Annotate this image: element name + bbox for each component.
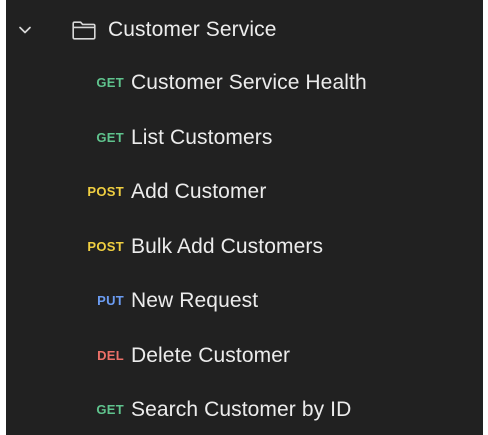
request-name: List Customers: [131, 125, 273, 149]
request-item[interactable]: DEL Delete Customer: [6, 331, 483, 386]
request-name: Search Customer by ID: [131, 398, 352, 421]
method-badge-del: DEL: [97, 347, 124, 363]
request-item[interactable]: PUT New Request: [6, 276, 483, 331]
request-item[interactable]: GET List Customers: [6, 113, 483, 168]
request-list: GET Customer Service Health GET List Cus…: [6, 58, 483, 435]
request-item[interactable]: GET Search Customer by ID: [6, 385, 483, 435]
request-name: New Request: [131, 289, 259, 312]
chevron-down-icon[interactable]: [17, 22, 33, 38]
collection-sidebar: Customer Service GET Customer Service He…: [6, 0, 483, 435]
request-name: Add Customer: [131, 180, 267, 203]
method-badge-put: PUT: [97, 293, 124, 308]
method-badge-post: POST: [87, 238, 124, 254]
method-badge-get: GET: [96, 129, 124, 145]
request-item[interactable]: POST Add Customer: [6, 167, 483, 222]
method-badge-get: GET: [96, 75, 124, 90]
method-badge-post: POST: [87, 184, 124, 199]
request-item[interactable]: GET Customer Service Health: [6, 58, 483, 113]
folder-name: Customer Service: [108, 18, 277, 41]
request-item[interactable]: POST Bulk Add Customers: [6, 222, 483, 277]
request-name: Customer Service Health: [131, 71, 367, 94]
folder-customer-service[interactable]: Customer Service: [6, 8, 483, 52]
request-name: Delete Customer: [131, 343, 291, 367]
method-badge-get: GET: [96, 402, 124, 417]
request-name: Bulk Add Customers: [131, 234, 324, 258]
folder-icon: [72, 21, 96, 40]
